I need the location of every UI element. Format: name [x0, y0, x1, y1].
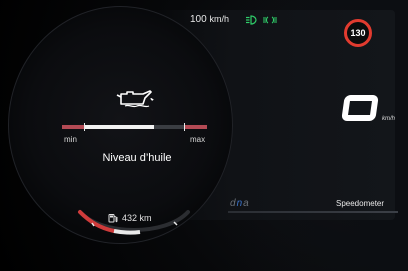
oil-can-icon	[116, 90, 154, 108]
oil-level-min-tick	[84, 123, 85, 131]
oil-level-max-zone	[185, 125, 207, 129]
instrument-cluster: 100 km/h 130 0 km/h dna Speedometer	[0, 0, 408, 271]
oil-level-min-zone	[62, 125, 84, 129]
oil-max-label: max	[190, 135, 206, 144]
oil-level-bar	[62, 123, 207, 131]
oil-level-title: Niveau d’huile	[102, 152, 172, 164]
oil-min-label: min	[64, 135, 77, 144]
speed-limit-info: 100 km/h	[190, 14, 229, 25]
speed-limit-value: 100	[190, 14, 207, 25]
dna-logo: dna	[230, 198, 250, 209]
speed-limit-unit: km/h	[209, 14, 229, 24]
speed-readout: 0	[341, 95, 379, 121]
daytime-running-lights-icon	[263, 16, 277, 24]
speed-limit-sign: 130	[344, 19, 372, 47]
speed-unit: km/h	[382, 116, 396, 122]
oil-level-fill	[84, 125, 154, 129]
dna-a: a	[243, 198, 250, 209]
bottom-strip	[228, 211, 398, 213]
oil-level-max-tick	[184, 123, 185, 131]
speed-limit-sign-value: 130	[350, 28, 366, 38]
fuel-range-arc	[78, 210, 190, 235]
speedometer-tab[interactable]: Speedometer	[336, 199, 384, 208]
headlight-icon	[246, 15, 257, 25]
